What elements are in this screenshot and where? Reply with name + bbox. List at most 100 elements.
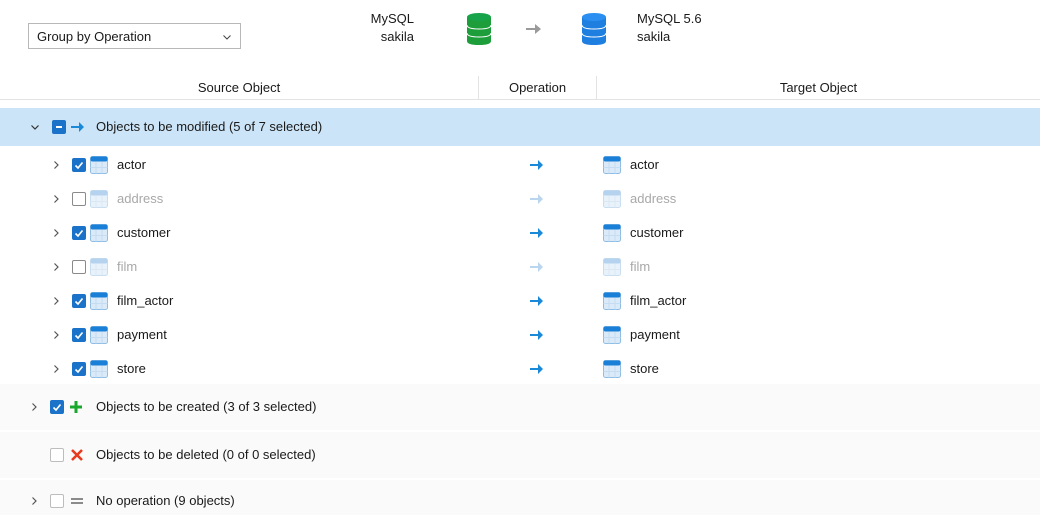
- chevron-down-icon[interactable]: [31, 123, 39, 131]
- source-object-name: store: [117, 361, 146, 376]
- source-object-name: film_actor: [117, 293, 174, 308]
- source-table-icon: [90, 190, 108, 208]
- checkmark-icon: [74, 229, 84, 238]
- source-table-icon: [90, 326, 108, 344]
- group-noop-row[interactable]: No operation (9 objects): [0, 480, 1040, 515]
- chevron-right-icon[interactable]: [52, 297, 60, 305]
- table-row[interactable]: actor actor: [0, 148, 1040, 182]
- target-object-name: store: [630, 361, 659, 376]
- chevron-right-icon[interactable]: [30, 497, 38, 505]
- group-modified-label: Objects to be modified (5 of 7 selected): [96, 119, 323, 134]
- arrow-right-icon: [71, 122, 84, 132]
- row-checkbox[interactable]: [72, 158, 86, 172]
- chevron-right-icon[interactable]: [52, 229, 60, 237]
- equals-icon: [71, 498, 83, 504]
- table-row[interactable]: film_actor film_actor: [0, 284, 1040, 318]
- arrow-right-icon: [530, 296, 543, 306]
- target-table-icon: [603, 224, 621, 242]
- source-object-name: actor: [117, 157, 146, 172]
- chevron-right-icon[interactable]: [52, 331, 60, 339]
- target-object-name: customer: [630, 225, 684, 240]
- group-modified-checkbox[interactable]: [52, 120, 66, 134]
- arrow-right-icon: [530, 262, 543, 272]
- group-by-value: Group by Operation: [37, 29, 152, 44]
- column-operation[interactable]: Operation: [479, 76, 596, 99]
- table-row[interactable]: film film: [0, 250, 1040, 284]
- table-icon: [603, 190, 621, 208]
- chevron-right-icon[interactable]: [52, 365, 60, 373]
- column-target-object[interactable]: Target Object: [597, 76, 1040, 99]
- group-modified-row[interactable]: Objects to be modified (5 of 7 selected): [0, 108, 1040, 146]
- table-icon: [603, 258, 621, 276]
- table-row[interactable]: store store: [0, 352, 1040, 386]
- checkmark-icon: [74, 331, 84, 340]
- checkmark-icon: [74, 365, 84, 374]
- source-object-name: address: [117, 191, 164, 206]
- table-icon: [90, 292, 108, 310]
- table-row[interactable]: payment payment: [0, 318, 1040, 352]
- target-table-icon: [603, 190, 621, 208]
- target-schema: sakila: [637, 29, 671, 44]
- row-checkbox[interactable]: [72, 260, 86, 274]
- table-icon: [603, 360, 621, 378]
- checkmark-icon: [74, 297, 84, 306]
- group-created-checkbox[interactable]: [50, 400, 64, 414]
- table-icon: [90, 360, 108, 378]
- source-server: MySQL: [370, 11, 414, 26]
- table-icon: [90, 326, 108, 344]
- target-object-name: payment: [630, 327, 680, 342]
- sync-arrow-icon: [526, 24, 541, 34]
- x-icon: [71, 449, 83, 461]
- table-icon: [90, 190, 108, 208]
- chevron-right-icon[interactable]: [30, 403, 38, 411]
- row-checkbox[interactable]: [72, 362, 86, 376]
- table-row[interactable]: customer customer: [0, 216, 1040, 250]
- arrow-right-icon: [530, 330, 543, 340]
- target-object-name: film_actor: [630, 293, 687, 308]
- source-table-icon: [90, 224, 108, 242]
- target-database-icon: [581, 13, 607, 45]
- column-source-object[interactable]: Source Object: [0, 76, 478, 99]
- target-object-name: address: [630, 191, 677, 206]
- source-table-icon: [90, 292, 108, 310]
- target-object-name: actor: [630, 157, 659, 172]
- column-header: Source Object Operation Target Object: [0, 76, 1040, 100]
- arrow-right-icon: [530, 364, 543, 374]
- row-checkbox[interactable]: [72, 226, 86, 240]
- target-table-icon: [603, 360, 621, 378]
- checkmark-icon: [74, 161, 84, 170]
- arrow-right-icon: [530, 194, 543, 204]
- target-connection: MySQL 5.6 sakila: [637, 10, 702, 46]
- arrow-right-icon: [530, 228, 543, 238]
- source-object-name: payment: [117, 327, 167, 342]
- source-object-name: film: [117, 259, 138, 274]
- group-created-label: Objects to be created (3 of 3 selected): [96, 399, 317, 414]
- table-row[interactable]: address address: [0, 182, 1040, 216]
- group-created-row[interactable]: Objects to be created (3 of 3 selected): [0, 384, 1040, 430]
- source-object-name: customer: [117, 225, 171, 240]
- table-icon: [603, 326, 621, 344]
- row-checkbox[interactable]: [72, 192, 86, 206]
- table-icon: [603, 224, 621, 242]
- source-database-icon: [466, 13, 492, 45]
- group-by-dropdown[interactable]: Group by Operation: [28, 23, 241, 49]
- plus-icon: [70, 401, 82, 413]
- source-table-icon: [90, 258, 108, 276]
- row-checkbox[interactable]: [72, 294, 86, 308]
- table-icon: [603, 292, 621, 310]
- group-deleted-label: Objects to be deleted (0 of 0 selected): [96, 447, 316, 462]
- chevron-right-icon[interactable]: [52, 161, 60, 169]
- source-table-icon: [90, 360, 108, 378]
- chevron-right-icon[interactable]: [52, 263, 60, 271]
- group-noop-checkbox[interactable]: [50, 494, 64, 508]
- target-table-icon: [603, 292, 621, 310]
- target-table-icon: [603, 258, 621, 276]
- chevron-right-icon[interactable]: [52, 195, 60, 203]
- target-table-icon: [603, 326, 621, 344]
- group-deleted-row[interactable]: Objects to be deleted (0 of 0 selected): [0, 432, 1040, 478]
- arrow-right-icon: [530, 160, 543, 170]
- table-icon: [603, 156, 621, 174]
- group-deleted-checkbox[interactable]: [50, 448, 64, 462]
- row-checkbox[interactable]: [72, 328, 86, 342]
- group-noop-label: No operation (9 objects): [96, 493, 235, 508]
